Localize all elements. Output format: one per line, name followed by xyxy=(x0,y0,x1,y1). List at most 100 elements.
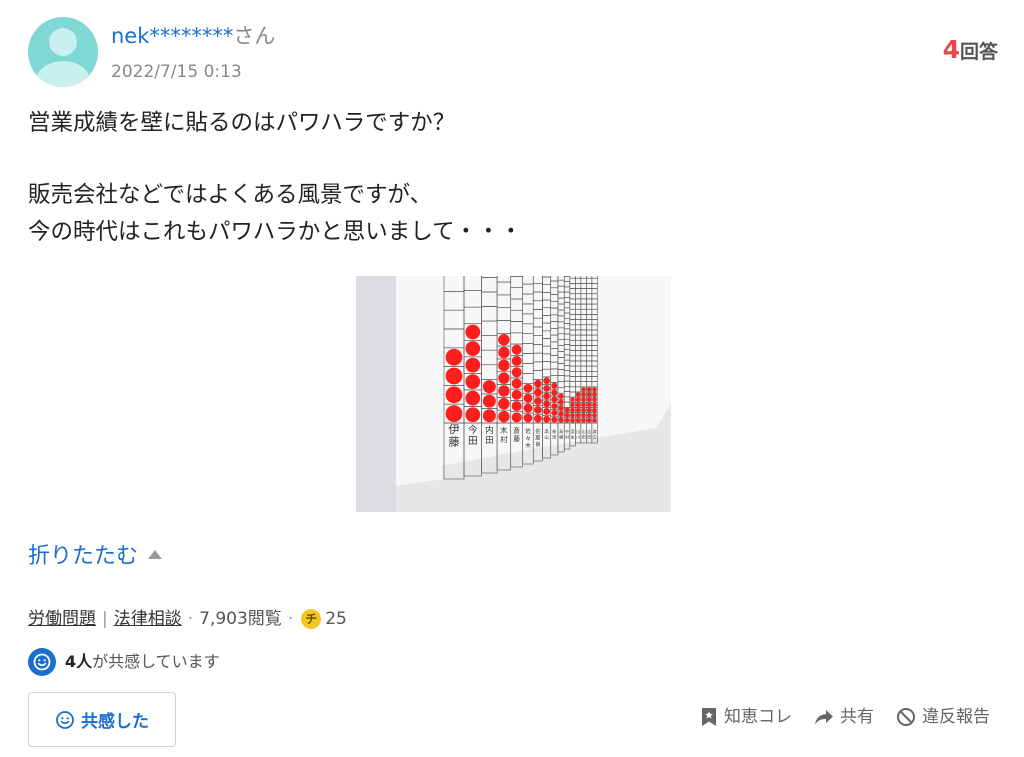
sales-dot xyxy=(511,401,522,412)
empathize-button-label: 共感した xyxy=(81,712,149,732)
answer-count[interactable]: 4回答 xyxy=(943,36,998,66)
sales-dot xyxy=(465,324,481,340)
sales-dot xyxy=(543,377,551,385)
category-link-labor[interactable]: 労働問題 xyxy=(28,609,96,629)
sales-dot xyxy=(511,367,522,378)
sales-dot xyxy=(498,333,510,346)
sales-dot xyxy=(575,402,581,408)
name-char: 斎 xyxy=(513,426,520,435)
name-char: 佐 xyxy=(535,428,540,435)
sales-dot xyxy=(551,416,558,423)
sales-dot xyxy=(543,415,551,423)
sales-dot xyxy=(581,412,586,418)
sales-dot xyxy=(482,380,496,394)
sales-dot xyxy=(543,400,551,408)
sales-chart-photo: 伊藤今田内田木村斎藤佐々木佐藤良高山新田高橋中村宮本山川山田吉田渡辺 xyxy=(356,276,671,512)
name-char: 高 xyxy=(544,428,549,435)
sales-dot xyxy=(534,379,542,388)
sales-dot xyxy=(465,341,481,356)
sales-dot xyxy=(570,412,575,418)
sales-dot xyxy=(551,396,558,403)
prohibited-icon xyxy=(897,708,915,726)
sales-dot xyxy=(511,355,522,367)
user-avatar[interactable] xyxy=(28,17,98,87)
empathy-count: 4人 xyxy=(65,652,93,671)
view-count: 7,903閲覧 xyxy=(199,609,282,629)
report-button[interactable]: 違反報告 xyxy=(896,704,990,730)
sales-dot xyxy=(581,392,586,397)
sales-dot xyxy=(465,374,481,390)
sales-dot xyxy=(581,407,586,413)
sales-dot xyxy=(534,397,542,406)
collapse-toggle[interactable]: 折りたたむ xyxy=(28,540,163,574)
bookmark-button[interactable]: 知恵コレ xyxy=(700,704,792,730)
sales-dot xyxy=(511,389,522,400)
smile-outline-icon xyxy=(56,710,74,729)
sales-dot xyxy=(558,399,564,405)
question-meta: 労働問題 | 法律相談 · 7,903閲覧 · チ 25 xyxy=(28,606,347,632)
report-label: 違反報告 xyxy=(922,707,990,727)
sales-dot xyxy=(575,407,581,413)
category-link-law[interactable]: 法律相談 xyxy=(114,609,182,629)
name-char: 山 xyxy=(544,434,549,441)
sales-dot xyxy=(551,382,558,389)
sales-dot xyxy=(592,387,597,392)
name-char: 田 xyxy=(587,435,591,440)
name-char: 田 xyxy=(552,435,556,440)
sales-dot xyxy=(592,392,597,397)
name-char: 今 xyxy=(468,423,478,436)
sales-dot xyxy=(592,397,597,403)
name-char: 本 xyxy=(571,434,575,440)
sales-dot xyxy=(558,405,564,411)
share-arrow-icon xyxy=(815,710,833,725)
name-char: 田 xyxy=(582,435,586,440)
coin-icon: チ xyxy=(301,609,322,629)
sales-dot xyxy=(586,407,592,413)
collapse-label: 折りたたむ xyxy=(28,544,139,569)
sales-dot xyxy=(564,412,570,418)
name-char: 山 xyxy=(582,428,586,434)
question-image[interactable]: 伊藤今田内田木村斎藤佐々木佐藤良高山新田高橋中村宮本山川山田吉田渡辺 xyxy=(356,276,671,512)
sales-dot xyxy=(564,407,570,413)
name-char: 高 xyxy=(559,428,563,434)
category-divider: | xyxy=(102,609,108,629)
name-char: 新 xyxy=(552,428,556,434)
sales-dot xyxy=(445,348,463,366)
sales-dot xyxy=(586,397,592,403)
empathize-button[interactable]: 共感した xyxy=(28,692,176,747)
sales-dot xyxy=(581,418,586,423)
name-char: 々 xyxy=(525,435,531,442)
sales-dot xyxy=(534,388,542,397)
sales-dot xyxy=(523,413,533,423)
sales-dot xyxy=(482,409,496,423)
name-char: 辺 xyxy=(593,434,597,440)
sales-dot xyxy=(592,407,597,413)
bookmark-label: 知恵コレ xyxy=(724,707,792,727)
answer-count-label: 回答 xyxy=(959,41,998,63)
sales-dot xyxy=(564,418,570,423)
name-char: 木 xyxy=(500,425,508,435)
user-name-suffix: さん xyxy=(233,24,276,48)
name-char: 橋 xyxy=(559,434,563,440)
name-char: 良 xyxy=(535,441,540,448)
bookmark-star-icon xyxy=(702,708,716,726)
name-char: 内 xyxy=(485,425,494,436)
question-body: 販売会社などではよくある風景ですが、 今の時代はこれもパワハラかと思いまして・・… xyxy=(28,182,523,245)
share-label: 共有 xyxy=(840,707,874,727)
share-button[interactable]: 共有 xyxy=(814,704,874,730)
sales-dot xyxy=(498,398,510,410)
sales-dot xyxy=(575,397,581,403)
name-char: 佐 xyxy=(525,427,531,435)
sales-dot xyxy=(523,383,533,393)
answer-count-number: 4 xyxy=(942,35,960,64)
sales-dot xyxy=(558,411,564,417)
name-char: 川 xyxy=(576,435,580,440)
smile-icon xyxy=(28,647,56,676)
sales-dot xyxy=(581,397,586,403)
user-name-link[interactable]: nek******** xyxy=(111,24,233,48)
sales-dot xyxy=(482,394,496,408)
sales-dot xyxy=(445,405,463,422)
photo-wall-edge xyxy=(356,276,396,512)
name-char: 山 xyxy=(576,428,580,434)
sales-dot xyxy=(511,412,522,423)
